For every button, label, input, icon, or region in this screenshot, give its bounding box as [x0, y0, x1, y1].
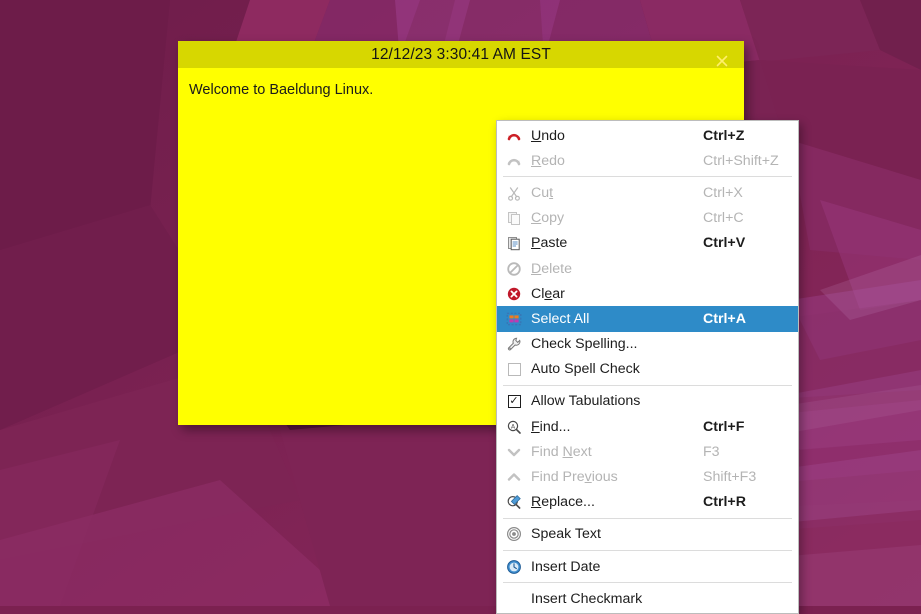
paste-icon: [503, 234, 525, 252]
checkbox-checked-icon[interactable]: ✓: [507, 394, 521, 408]
clear-icon: [503, 285, 525, 303]
editor-text-area[interactable]: Welcome to Baeldung Linux.: [178, 68, 744, 98]
menu-item-label: Select All: [531, 310, 590, 327]
menu-item-copy: Copy Ctrl+C: [497, 206, 798, 231]
menu-item-clear[interactable]: Clear: [497, 281, 798, 306]
chevron-down-icon: [503, 443, 525, 461]
menu-item-speak-text[interactable]: Speak Text: [497, 522, 798, 547]
menu-item-label: Clear: [531, 285, 565, 302]
menu-item-label: Find Next: [531, 443, 592, 460]
menu-item-accelerator: F3: [703, 443, 720, 460]
separator-3: [503, 517, 792, 519]
separator-5: [503, 582, 792, 584]
menu-item-redo: Redo Ctrl+Shift+Z: [497, 148, 798, 173]
menu-item-label: Undo: [531, 127, 565, 144]
speaker-icon: [503, 525, 525, 543]
find-icon: A: [503, 418, 525, 436]
menu-item-label: Insert Checkmark: [531, 590, 643, 607]
menu-item-find[interactable]: A Find... Ctrl+F: [497, 414, 798, 439]
menu-item-accelerator: Ctrl+C: [703, 210, 744, 227]
menu-item-accelerator: Ctrl+F: [703, 418, 745, 435]
separator-1: [503, 176, 792, 178]
no-icon: [503, 590, 525, 608]
editor-content: Welcome to Baeldung Linux.: [189, 82, 374, 98]
menu-item-label: Find...: [531, 418, 571, 435]
checkbox-checked-icon: ✓: [503, 392, 525, 410]
menu-item-allow-tabulations[interactable]: ✓ Allow Tabulations: [497, 389, 798, 414]
separator-2: [503, 384, 792, 386]
menu-item-accelerator: Ctrl+Shift+Z: [703, 152, 779, 169]
menu-item-insert-date[interactable]: Insert Date: [497, 554, 798, 579]
undo-icon: [503, 127, 525, 145]
menu-item-delete: Delete: [497, 256, 798, 281]
menu-item-label: Auto Spell Check: [531, 361, 640, 378]
redo-icon: [503, 152, 525, 170]
wrench-icon: [503, 335, 525, 353]
chevron-up-icon: [503, 468, 525, 486]
menu-item-label: Cut: [531, 184, 554, 201]
menu-item-auto-spell-check[interactable]: Auto Spell Check: [497, 357, 798, 382]
menu-item-select-all[interactable]: Select All Ctrl+A: [497, 306, 798, 332]
menu-item-label: Allow Tabulations: [531, 393, 641, 410]
checkbox-unchecked-icon[interactable]: [507, 362, 521, 376]
clock-icon: [503, 558, 525, 576]
window-title: 12/12/23 3:30:41 AM EST: [371, 45, 551, 63]
menu-item-accelerator: Ctrl+A: [703, 310, 746, 327]
menu-item-find-previous: Find Previous Shift+F3: [497, 464, 798, 489]
menu-item-cut: Cut Ctrl+X: [497, 180, 798, 205]
menu-item-undo[interactable]: Undo Ctrl+Z: [497, 123, 798, 148]
menu-item-accelerator: Ctrl+V: [703, 235, 746, 252]
replace-icon: [503, 493, 525, 511]
scissors-icon: [503, 184, 525, 202]
menu-item-accelerator: Ctrl+Z: [703, 127, 745, 144]
close-icon[interactable]: [700, 41, 744, 81]
menu-item-accelerator: Shift+F3: [703, 469, 757, 486]
menu-item-accelerator: Ctrl+X: [703, 184, 743, 201]
menu-item-label: Replace...: [531, 494, 595, 511]
menu-item-label: Speak Text: [531, 526, 601, 543]
menu-item-label: Check Spelling...: [531, 336, 638, 353]
context-menu[interactable]: Undo Ctrl+Z Redo Ctrl+Shift+Z Cut Ctrl+X Copy C…: [496, 120, 799, 614]
select-all-icon: [503, 310, 525, 328]
menu-item-insert-checkmark[interactable]: Insert Checkmark: [497, 586, 798, 611]
menu-item-accelerator: Ctrl+R: [703, 494, 746, 511]
menu-item-label: Copy: [531, 210, 565, 227]
menu-item-check-spelling[interactable]: Check Spelling...: [497, 332, 798, 357]
menu-item-label: Delete: [531, 260, 573, 277]
menu-item-label: Paste: [531, 235, 568, 252]
window-titlebar[interactable]: 12/12/23 3:30:41 AM EST: [178, 41, 744, 68]
menu-item-find-next: Find Next F3: [497, 439, 798, 464]
menu-item-replace[interactable]: Replace... Ctrl+R: [497, 490, 798, 515]
separator-4: [503, 550, 792, 551]
menu-item-paste[interactable]: Paste Ctrl+V: [497, 231, 798, 256]
checkbox-unchecked-icon: [503, 360, 525, 378]
menu-item-label: Insert Date: [531, 558, 601, 575]
delete-icon: [503, 260, 525, 278]
copy-icon: [503, 209, 525, 227]
